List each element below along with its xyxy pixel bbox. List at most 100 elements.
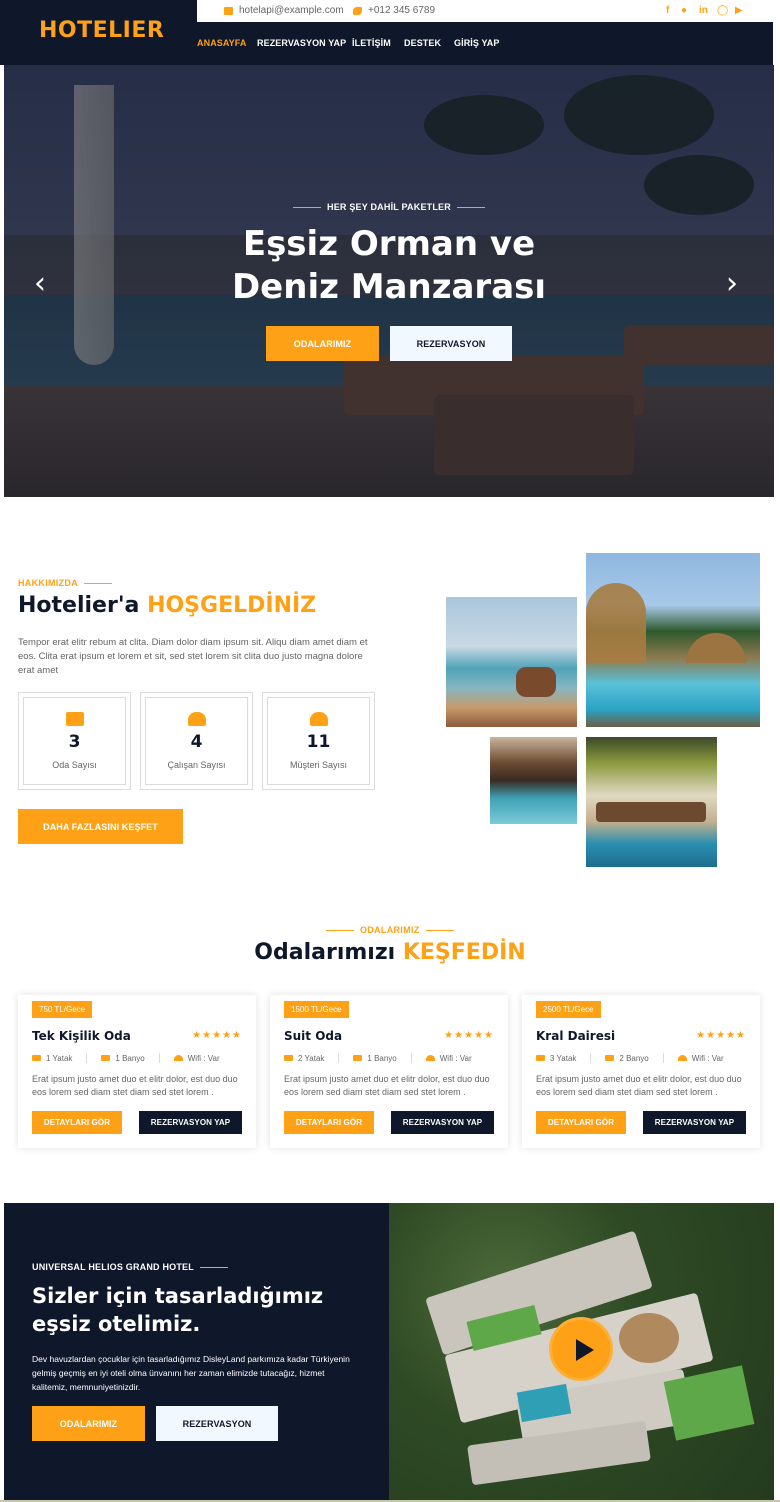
kicker-line [199,1266,228,1268]
instagram-icon[interactable]: ◯ [717,5,728,16]
phone-icon [353,6,362,15]
promo-rooms-button[interactable]: ODALARIMIZ [32,1406,145,1441]
kicker-line [293,207,322,209]
email-contact[interactable]: hotelapi@example.com [224,5,344,16]
room-detail-button[interactable]: DETAYLARI GÖR [32,1111,122,1134]
envelope-icon [224,6,233,15]
hero-kicker-text: HER ŞEY DAHİL PAKETLER [327,202,451,212]
room-name[interactable]: Suit Oda [284,1029,342,1043]
nav-item-destek[interactable]: DESTEK [404,38,441,48]
wifi-icon [677,1055,687,1061]
logo-block[interactable]: HOTELIER [0,0,197,65]
price-tag: 750 TL/Gece [32,1001,93,1018]
main-nav: ANASAYFA REZERVASYON YAP İLETİŞİM DESTEK… [197,22,773,65]
nav-item-anasayfa[interactable]: ANASAYFA [197,38,246,48]
room-detail-button[interactable]: DETAYLARI GÖR [536,1111,626,1134]
price-tag: 1500 TL/Gece [284,1001,349,1018]
bed-icon [536,1055,545,1061]
stat-label: Çalışan Sayısı [167,760,226,770]
room-facilities: 1 Yatak 1 Banyo Wifi : Var [32,1053,220,1063]
bed-count: 2 Yatak [298,1053,325,1063]
room-card-single: 750 TL/Gece Tek Kişilik Oda ★★★★★ 1 Yata… [18,995,256,1148]
promo-title-line1: Sizler için tasarladığımız [32,1284,324,1308]
kicker-line [326,929,354,931]
room-book-button[interactable]: REZERVASYON YAP [139,1111,242,1134]
about-photo-sunbed [586,737,717,867]
video-play-button[interactable] [549,1317,613,1381]
rooms-title: Odalarımızı KEŞFEDİN [0,940,780,965]
wifi-status: Wifi : Var [691,1053,724,1063]
room-card-king: 2500 TL/Gece Kral Dairesi ★★★★★ 3 Yatak … [522,995,760,1148]
room-description: Erat ipsum justo amet duo et elitr dolor… [32,1074,238,1097]
about-title-accent: HOŞGELDİNİZ [147,593,317,618]
bed-count: 1 Yatak [46,1053,73,1063]
stat-label: Oda Sayısı [52,760,97,770]
phone-text[interactable]: +012 345 6789 [368,5,435,16]
rooms-title-main: Odalarımızı [254,940,403,965]
room-name[interactable]: Tek Kişilik Oda [32,1029,131,1043]
hero-kicker: HER ŞEY DAHİL PAKETLER [4,202,774,212]
room-description: Erat ipsum justo amet duo et elitr dolor… [536,1074,742,1097]
wifi-icon [425,1055,435,1061]
rooms-title-accent: KEŞFEDİN [402,940,526,965]
stat-staff: 4 Çalışan Sayısı [140,692,253,790]
room-book-button[interactable]: REZERVASYON YAP [391,1111,494,1134]
room-description: Erat ipsum justo amet duo et elitr dolor… [284,1074,490,1097]
promo-title: Sizler için tasarladığımız eşsiz otelimi… [32,1282,362,1338]
about-kicker-text: HAKKIMIZDA [18,578,78,588]
hero-title-line1: Eşsiz Orman ve [242,224,536,264]
about-photo-bungalow [490,737,577,824]
wifi-status: Wifi : Var [439,1053,472,1063]
room-book-button[interactable]: REZERVASYON YAP [643,1111,746,1134]
hero-carousel: ‹ › HER ŞEY DAHİL PAKETLER Eşsiz Orman v… [4,65,774,497]
price-tag: 2500 TL/Gece [536,1001,601,1018]
kicker-line [456,207,485,209]
stat-rooms: 3 Oda Sayısı [18,692,131,790]
stat-value: 3 [68,732,81,752]
youtube-icon[interactable]: ▶ [735,5,743,16]
bed-icon [32,1055,41,1061]
twitter-icon[interactable]: ● [681,5,687,16]
bath-icon [605,1055,615,1061]
promo-text: Dev havuzlardan çocuklar için tasarladığ… [32,1354,350,1392]
room-card-suite: 1500 TL/Gece Suit Oda ★★★★★ 2 Yatak 1 Ba… [270,995,508,1148]
bath-icon [353,1055,363,1061]
about-kicker: HAKKIMIZDA [18,578,112,588]
bath-count: 2 Banyo [619,1053,649,1063]
play-icon [576,1339,594,1361]
nav-item-giris[interactable]: GİRİŞ YAP [454,38,499,48]
discover-more-button[interactable]: DAHA FAZLASINI KEŞFET [18,809,183,844]
hotel-icon [65,712,84,726]
rating-stars: ★★★★★ [696,1030,746,1041]
facebook-icon[interactable]: f [666,5,669,16]
users-icon [309,712,328,726]
users-cog-icon [187,712,206,726]
rooms-kicker: ODALARIMIZ [326,925,454,935]
hero-title-line2: Deniz Manzarası [231,267,547,307]
nav-item-iletisim[interactable]: İLETİŞİM [352,38,391,48]
wifi-icon [173,1055,183,1061]
room-detail-button[interactable]: DETAYLARI GÖR [284,1111,374,1134]
room-name[interactable]: Kral Dairesi [536,1029,615,1043]
logo-text[interactable]: HOTELIER [39,18,164,43]
room-facilities: 2 Yatak 1 Banyo Wifi : Var [284,1053,472,1063]
promo-title-line2: eşsiz otelimiz. [32,1312,201,1336]
about-text: Tempor erat elitr rebum at clita. Diam d… [18,637,368,676]
linkedin-icon[interactable]: in [699,5,708,16]
phone-contact[interactable]: +012 345 6789 [353,5,435,16]
room-facilities: 3 Yatak 2 Banyo Wifi : Var [536,1053,724,1063]
stat-value: 4 [190,732,203,752]
nav-item-rezervasyon[interactable]: REZERVASYON YAP [257,38,346,48]
promo-reservation-button[interactable]: REZERVASYON [156,1406,278,1441]
hero-reservation-button[interactable]: REZERVASYON [390,326,512,361]
email-text[interactable]: hotelapi@example.com [239,5,344,16]
stat-label: Müşteri Sayısı [289,760,347,770]
kicker-line [425,929,454,931]
bed-icon [284,1055,293,1061]
stat-value: 11 [306,732,331,752]
promo-kicker-text: UNIVERSAL HELIOS GRAND HOTEL [32,1262,194,1272]
hero-rooms-button[interactable]: ODALARIMIZ [266,326,379,361]
kicker-line [84,582,112,584]
rooms-kicker-text: ODALARIMIZ [360,925,420,935]
topbar: hotelapi@example.com +012 345 6789 f ● i… [197,0,773,22]
